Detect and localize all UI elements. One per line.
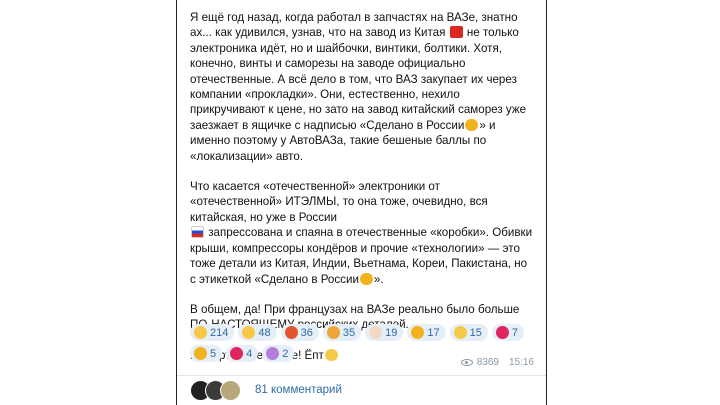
views-count: 8369 bbox=[476, 357, 499, 368]
reaction-count: 35 bbox=[342, 326, 356, 339]
reaction-pill[interactable]: 214 bbox=[190, 324, 235, 341]
paragraph-2-part-a: Что касается «отечественной» электроники… bbox=[190, 180, 488, 224]
grin-face-icon bbox=[194, 326, 207, 339]
reaction-pill[interactable]: 36 bbox=[280, 324, 319, 341]
reaction-count: 2 bbox=[282, 347, 289, 360]
post-meta: 8369 15:16 bbox=[460, 357, 534, 368]
reaction-count: 36 bbox=[300, 326, 313, 339]
reaction-count: 7 bbox=[511, 326, 518, 339]
scream-face-icon bbox=[242, 326, 256, 339]
reaction-pill[interactable]: 4 bbox=[226, 345, 259, 362]
paragraph-1-part-b: не только электроника идёт, но и шайбочк… bbox=[190, 26, 527, 132]
unicorn-icon bbox=[266, 347, 280, 360]
red-heart-icon bbox=[230, 347, 244, 360]
flexed-biceps-icon bbox=[359, 272, 373, 285]
reaction-pill[interactable]: 48 bbox=[238, 324, 277, 341]
eye-icon bbox=[460, 359, 473, 366]
reaction-count: 214 bbox=[210, 326, 229, 339]
rofl-face-icon bbox=[453, 326, 467, 339]
hundred-icon bbox=[495, 326, 509, 339]
post-text: Я ещё год назад, когда работал в запчаст… bbox=[190, 10, 535, 371]
mind-blown-icon bbox=[326, 326, 340, 339]
comments-label: 81 комментарий bbox=[255, 384, 342, 396]
paragraph-1: Я ещё год назад, когда работал в запчаст… bbox=[190, 10, 535, 164]
clown-face-icon bbox=[369, 326, 383, 339]
reaction-count: 19 bbox=[385, 326, 398, 339]
flexed-biceps-icon bbox=[465, 118, 479, 131]
reaction-count: 5 bbox=[210, 347, 217, 360]
thumbs-up-icon bbox=[411, 326, 425, 339]
angry-face-icon bbox=[284, 326, 298, 339]
comments-link[interactable]: 81 комментарий bbox=[190, 379, 535, 401]
telegram-post-card: Я ещё год назад, когда работал в запчаст… bbox=[176, 0, 547, 405]
thumbs-down-icon bbox=[194, 347, 207, 360]
paragraph-2: Что касается «отечественной» электроники… bbox=[190, 179, 535, 287]
reaction-count: 48 bbox=[258, 326, 271, 339]
reaction-pill[interactable]: 15 bbox=[449, 324, 488, 341]
reaction-pill[interactable]: 7 bbox=[491, 324, 524, 341]
divider bbox=[177, 375, 546, 376]
reaction-pill[interactable]: 5 bbox=[190, 345, 223, 362]
commenter-avatars bbox=[190, 379, 241, 401]
china-flag-icon bbox=[449, 26, 463, 39]
reaction-pill[interactable]: 17 bbox=[407, 324, 446, 341]
reaction-count: 4 bbox=[246, 347, 253, 360]
russia-flag-icon bbox=[191, 226, 204, 239]
reaction-count: 17 bbox=[427, 326, 440, 339]
reaction-pill[interactable]: 19 bbox=[365, 324, 404, 341]
reaction-pill[interactable]: 35 bbox=[322, 324, 362, 341]
post-time: 15:16 bbox=[508, 357, 534, 368]
reaction-pill[interactable]: 2 bbox=[262, 345, 295, 362]
paragraph-2-part-c: ». bbox=[373, 272, 384, 286]
avatar bbox=[220, 379, 241, 401]
reaction-count: 15 bbox=[469, 326, 482, 339]
